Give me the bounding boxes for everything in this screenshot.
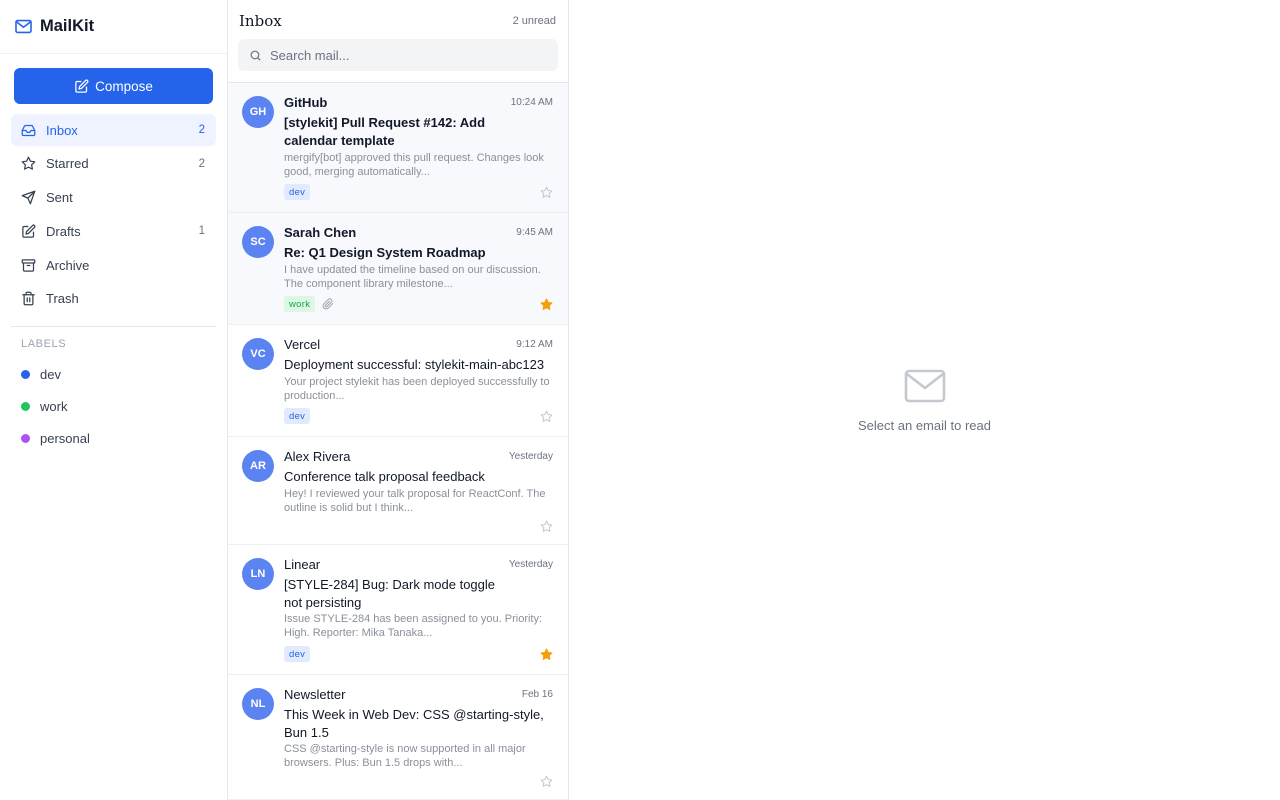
- nav-label: Drafts: [46, 223, 81, 239]
- labels-heading: LABELS: [21, 338, 67, 350]
- email-tag: dev: [284, 408, 311, 424]
- email-preview: Your project stylekit has been deployed …: [284, 376, 550, 402]
- mail-logo-icon: [15, 19, 32, 34]
- email-time: Yesterday: [508, 451, 553, 462]
- nav-count: 1: [198, 225, 205, 238]
- compose-button[interactable]: Compose: [14, 68, 213, 104]
- folder-nav: Inbox 2 Starred 2 Sent Drafts 1 Archive …: [11, 114, 216, 317]
- email-sender: Alex Rivera: [284, 449, 351, 464]
- search-icon: [250, 50, 261, 60]
- star-icon[interactable]: [540, 775, 553, 788]
- send-icon: [21, 190, 36, 205]
- nav-count: 2: [198, 157, 205, 170]
- nav-item-trash[interactable]: Trash: [11, 283, 216, 315]
- star-icon: [21, 156, 36, 171]
- nav-item-drafts[interactable]: Drafts 1: [11, 215, 216, 247]
- compose-label: Compose: [95, 78, 153, 94]
- email-subject: Re: Q1 Design System Roadmap: [284, 245, 486, 260]
- inbox-icon: [21, 124, 36, 136]
- avatar: AR: [242, 450, 274, 482]
- label-dot: [21, 402, 30, 411]
- label-name: dev: [40, 367, 61, 382]
- email-time: 9:12 AM: [516, 339, 553, 350]
- brand: MailKit: [0, 0, 227, 54]
- email-item[interactable]: LN Linear Yesterday [STYLE-284] Bug: Dar…: [228, 545, 568, 675]
- app-name: MailKit: [40, 17, 95, 35]
- email-item[interactable]: NL Newsletter Feb 16 This Week in Web De…: [228, 675, 568, 800]
- list-title: Inbox: [239, 12, 282, 30]
- email-sender: Newsletter: [284, 687, 346, 702]
- avatar: NL: [242, 688, 274, 720]
- email-tag: dev: [284, 184, 311, 200]
- compose-icon: [75, 79, 89, 93]
- email-item[interactable]: GH GitHub 10:24 AM [stylekit] Pull Reque…: [228, 83, 568, 213]
- email-item[interactable]: AR Alex Rivera Yesterday Conference talk…: [228, 437, 568, 545]
- list-header: Inbox 2 unread: [228, 0, 568, 83]
- reading-pane: Select an email to read: [569, 0, 1280, 800]
- nav-label: Inbox: [46, 122, 78, 138]
- avatar: SC: [242, 226, 274, 258]
- email-list-pane: Inbox 2 unread GH GitHub 10:24 AM [style…: [228, 0, 569, 800]
- email-subject: [STYLE-284] Bug: Dark mode toggle not pe…: [284, 577, 496, 610]
- email-tag: dev: [284, 646, 311, 662]
- nav-label: Trash: [46, 291, 79, 307]
- email-sender: GitHub: [284, 95, 328, 110]
- nav-label: Archive: [46, 257, 90, 273]
- star-icon[interactable]: [540, 520, 553, 533]
- avatar: VC: [242, 338, 274, 370]
- email-sender: Sarah Chen: [284, 225, 357, 240]
- email-time: Yesterday: [508, 559, 553, 570]
- star-icon[interactable]: [540, 186, 553, 199]
- unread-count: 2 unread: [512, 15, 556, 27]
- star-icon[interactable]: [540, 298, 553, 311]
- label-name: work: [40, 399, 68, 414]
- label-name: personal: [40, 431, 90, 446]
- avatar: GH: [242, 96, 274, 128]
- label-work[interactable]: work: [21, 399, 67, 414]
- email-time: 9:45 AM: [516, 227, 553, 238]
- email-item[interactable]: VC Vercel 9:12 AM Deployment successful:…: [228, 325, 568, 437]
- nav-item-inbox[interactable]: Inbox 2: [11, 114, 216, 146]
- sidebar-divider: [11, 326, 216, 327]
- label-dot: [21, 434, 30, 443]
- sidebar: MailKit Compose Inbox 2 Starred 2 Sent D…: [0, 0, 228, 800]
- star-icon[interactable]: [540, 410, 553, 423]
- nav-item-starred[interactable]: Starred 2: [11, 148, 216, 180]
- email-subject: Conference talk proposal feedback: [284, 469, 485, 484]
- email-tag: work: [284, 296, 316, 312]
- label-dot: [21, 370, 30, 379]
- email-item[interactable]: SC Sarah Chen 9:45 AM Re: Q1 Design Syst…: [228, 213, 568, 325]
- nav-item-archive[interactable]: Archive: [11, 249, 216, 281]
- email-time: 10:24 AM: [510, 97, 553, 108]
- star-icon[interactable]: [540, 648, 553, 661]
- empty-state-text: Select an email to read: [858, 418, 991, 433]
- email-sender: Linear: [284, 557, 321, 572]
- search-box[interactable]: [238, 39, 558, 71]
- email-preview: Issue STYLE-284 has been assigned to you…: [284, 613, 543, 639]
- mail-icon: [904, 369, 946, 403]
- nav-label: Starred: [46, 156, 89, 172]
- trash-icon: [22, 292, 35, 306]
- email-subject: [stylekit] Pull Request #142: Add calend…: [284, 115, 486, 148]
- email-preview: I have updated the timeline based on our…: [284, 264, 541, 290]
- label-dev[interactable]: dev: [21, 367, 61, 382]
- label-personal[interactable]: personal: [21, 431, 90, 446]
- archive-icon: [21, 258, 36, 272]
- email-preview: Hey! I reviewed your talk proposal for R…: [284, 488, 546, 514]
- email-preview: mergify[bot] approved this pull request.…: [284, 152, 544, 178]
- nav-label: Sent: [46, 190, 73, 206]
- paperclip-icon: [322, 298, 334, 310]
- email-time: Feb 16: [521, 689, 553, 700]
- nav-count: 2: [198, 124, 205, 136]
- pencil-icon: [22, 224, 36, 238]
- avatar: LN: [242, 558, 274, 590]
- email-subject: This Week in Web Dev: CSS @starting-styl…: [284, 707, 544, 740]
- email-sender: Vercel: [284, 337, 321, 352]
- search-input[interactable]: [270, 47, 540, 63]
- email-preview: CSS @starting-style is now supported in …: [284, 743, 526, 769]
- nav-item-sent[interactable]: Sent: [11, 182, 216, 214]
- email-subject: Deployment successful: stylekit-main-abc…: [284, 357, 545, 372]
